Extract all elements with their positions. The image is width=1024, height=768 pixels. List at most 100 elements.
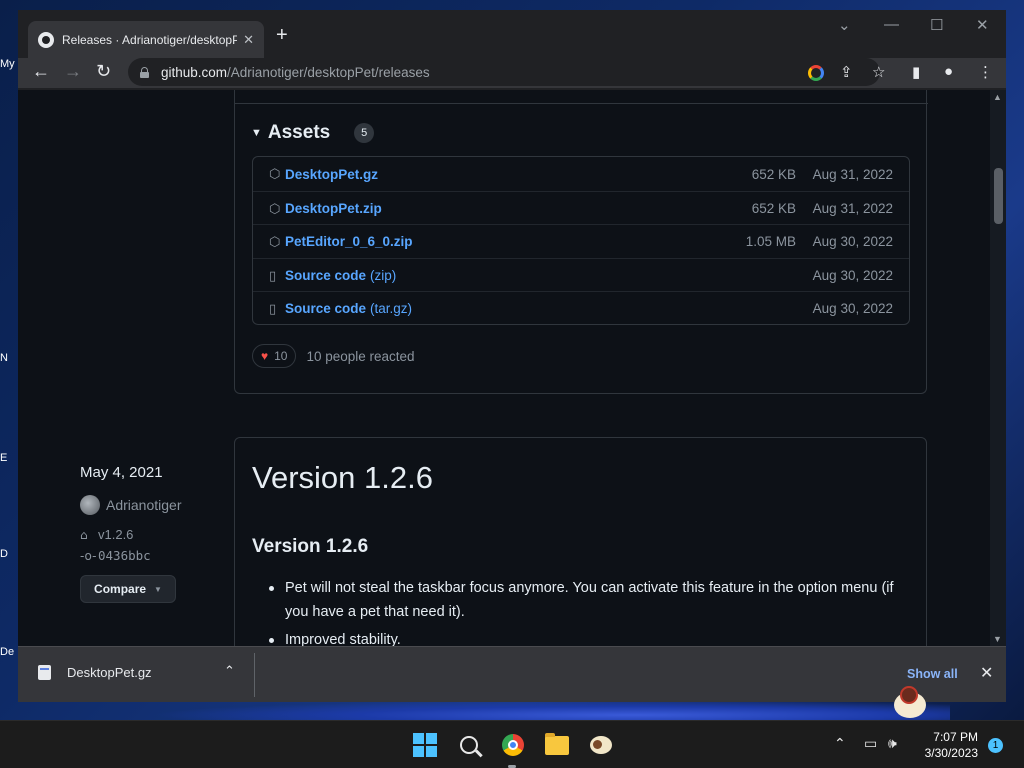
desktop-icon-label[interactable]: E [0,452,18,464]
desktop-icon-label[interactable]: De [0,646,18,658]
asset-size: 652 KB [751,201,796,216]
taskbar-desktop-pet[interactable] [586,730,616,760]
tab-releases[interactable]: Releases · Adrianotiger/desktopP ✕ [28,21,264,58]
compare-button[interactable]: Compare ▼ [80,575,176,603]
scroll-down-arrow-icon[interactable]: ▼ [993,634,1002,644]
asset-date: Aug 31, 2022 [812,166,893,182]
close-icon[interactable]: ✕ [980,663,993,683]
maximize-button[interactable]: ☐ [930,16,943,34]
search-button[interactable] [454,730,484,760]
reaction-summary: 10 people reacted [306,348,415,364]
taskbar-chrome[interactable] [498,730,528,760]
assets-list: ⬡ DesktopPet.gz 652 KB Aug 31, 2022 ⬡ De… [252,156,910,325]
reload-button[interactable]: ↻ [96,61,111,82]
asset-row[interactable]: ⬡ DesktopPet.zip 652 KB Aug 31, 2022 [253,191,909,225]
asset-link[interactable]: DesktopPet.gz [285,167,378,182]
asset-row[interactable]: ▯ Source code (tar.gz) Aug 30, 2022 [253,291,909,325]
volume-icon[interactable]: 🕪 [888,735,897,752]
asset-format[interactable]: (zip) [370,268,396,283]
avatar[interactable] [80,495,100,515]
asset-link[interactable]: PetEditor_0_6_0.zip [285,234,413,249]
system-clock[interactable]: 7:07 PM 3/30/2023 [916,729,978,761]
release-date: May 4, 2021 [80,464,163,481]
tab-title: Releases · Adrianotiger/desktopP [62,32,238,47]
sheep-head [900,686,918,704]
asset-date: Aug 31, 2022 [812,201,893,216]
reaction-count: 10 [274,349,288,363]
author-name[interactable]: Adrianotiger [106,497,182,513]
search-icon [460,736,478,754]
page-scrollbar[interactable]: ▲ ▼ [990,90,1006,646]
github-favicon-icon [38,31,54,48]
release-sidebar: May 4, 2021 Adrianotiger ⌂ v1.2.6 -o- 04… [80,464,182,603]
tab-strip: Releases · Adrianotiger/desktopP ✕ + ⌄ —… [18,10,1006,58]
new-tab-button[interactable]: + [276,24,288,47]
back-button[interactable]: ← [32,61,50,82]
folder-icon [545,732,569,755]
asset-row[interactable]: ▯ Source code (zip) Aug 30, 2022 [253,258,909,292]
network-icon[interactable]: ▭ [864,735,877,752]
bookmark-star-icon[interactable]: ☆ [872,63,885,81]
asset-link[interactable]: Source code [285,268,366,283]
asset-row[interactable]: ⬡ PetEditor_0_6_0.zip 1.05 MB Aug 30, 20… [253,224,909,258]
google-lens-icon[interactable] [808,65,824,81]
release-title[interactable]: Version 1.2.6 [252,460,433,496]
lock-icon[interactable] [140,66,149,78]
desktop-icon-label[interactable]: N [0,352,18,364]
divider [235,103,928,104]
heart-icon: ♥ [261,349,269,363]
clock-time: 7:07 PM [933,730,978,744]
assets-count-badge: 5 [354,123,375,143]
package-icon: ⬡ [269,166,281,181]
asset-link[interactable]: Source code [285,301,366,316]
release-card-assets: ▼ Assets 5 ⬡ DesktopPet.gz 652 KB Aug 31… [234,90,928,394]
profile-icon[interactable]: ● [944,63,953,80]
chrome-window: Releases · Adrianotiger/desktopP ✕ + ⌄ —… [18,10,1006,702]
tab-close-icon[interactable]: ✕ [243,32,254,48]
compare-label: Compare [94,582,147,596]
assets-title: Assets [267,122,331,143]
address-bar[interactable]: github.com/Adrianotiger/desktopPet/relea… [128,58,880,86]
release-card-1-2-6: Version 1.2.6 Version 1.2.6 Pet will not… [234,437,927,646]
tag-name[interactable]: v1.2.6 [98,527,133,542]
close-window-button[interactable]: ✕ [976,16,989,34]
desktop-pet-sheep[interactable] [890,684,928,718]
notification-badge[interactable]: 1 [988,738,1003,753]
start-button[interactable] [410,730,440,760]
assets-header[interactable]: ▼ Assets 5 [251,122,375,144]
desktop-icon-label[interactable]: My [0,58,18,70]
triangle-down-icon: ▼ [154,584,162,594]
list-item: Improved stability. [267,628,907,646]
download-file-name: DesktopPet.gz [67,665,152,680]
scroll-thumb[interactable] [994,168,1003,224]
tab-search-icon[interactable]: ⌄ [838,16,851,34]
asset-row[interactable]: ⬡ DesktopPet.gz 652 KB Aug 31, 2022 [253,157,909,191]
show-all-button[interactable]: Show all [907,667,958,681]
file-icon [38,665,51,680]
share-icon[interactable]: ⇪ [840,63,853,81]
heart-reaction-button[interactable]: ♥ 10 [252,344,297,368]
asset-format[interactable]: (tar.gz) [370,301,412,316]
download-item[interactable]: DesktopPet.gz [38,665,152,680]
scroll-up-arrow-icon[interactable]: ▲ [993,92,1002,102]
asset-size: 652 KB [751,166,796,182]
menu-kebab-icon[interactable]: ⋮ [978,63,993,81]
commit-sha[interactable]: 0436bbc [98,548,151,563]
asset-link[interactable]: DesktopPet.zip [285,201,382,216]
forward-button[interactable]: → [64,61,82,82]
chevron-up-icon[interactable]: ⌃ [224,663,235,679]
taskbar: ⌃ ▭ 🕪 7:07 PM 3/30/2023 1 [0,720,1024,768]
desktop-icon-label[interactable]: D [0,548,18,560]
show-hidden-icons-chevron-icon[interactable]: ⌃ [834,735,846,752]
list-item: Pet will not steal the taskbar focus any… [267,576,907,624]
file-zip-icon: ▯ [269,267,277,283]
taskbar-file-explorer[interactable] [542,730,572,760]
asset-date: Aug 30, 2022 [812,268,893,283]
side-panel-icon[interactable]: ▮ [912,63,920,81]
download-bar: DesktopPet.gz ⌃ Show all ✕ [18,646,1006,702]
release-author[interactable]: Adrianotiger [80,495,182,515]
release-tag[interactable]: ⌂ v1.2.6 [80,527,182,542]
minimize-button[interactable]: — [884,16,899,33]
package-icon: ⬡ [269,200,281,216]
release-commit[interactable]: -o- 0436bbc [80,548,182,563]
